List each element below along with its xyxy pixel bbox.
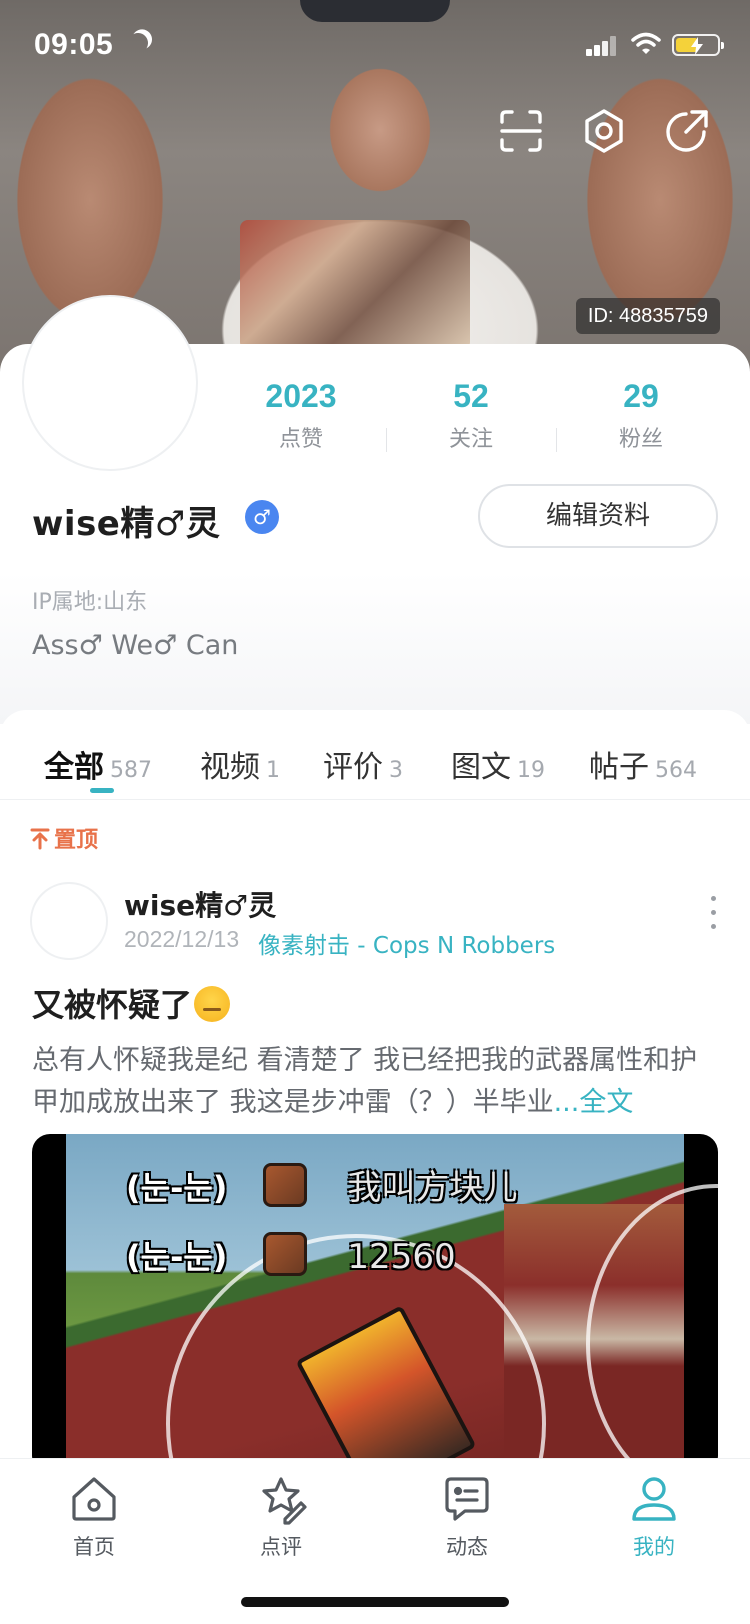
game-overlay-row: (눈-눈) 12560 [126,1232,456,1278]
avatar[interactable] [22,295,198,471]
nav-home[interactable]: 首页 [34,1473,154,1561]
nav-label: 点评 [260,1535,302,1559]
game-screenshot: (눈-눈) 我叫方块儿 (눈-눈) 12560 [66,1134,718,1474]
post-author-avatar[interactable] [30,882,108,960]
tab-count: 3 [389,758,403,783]
stat-followers[interactable]: 29 粉丝 [556,378,726,458]
stat-value: 2023 [265,378,337,414]
game-row-value: 我叫方块儿 [347,1168,518,1208]
tab-count: 19 [517,758,545,783]
message-icon [445,1477,489,1521]
post-title[interactable]: 又被怀疑了 [32,980,231,1026]
loot-chest-icon [263,1232,308,1276]
review-pen-icon [262,1477,307,1525]
post-author[interactable]: wise精♂灵 [124,884,276,924]
game-overlay-row: (눈-눈) 我叫方块儿 [126,1160,517,1209]
pinned-tag: 置顶 [30,822,98,854]
post-body[interactable]: 总有人怀疑我是纪 看清楚了 我已经把我的武器属性和护甲加成放出来了 我这是步冲雷… [32,1040,722,1124]
stat-label: 粉丝 [618,427,663,452]
settings-hexagon-icon[interactable] [581,108,627,154]
tab-count: 1 [266,758,280,783]
game-row-tag: (눈-눈) [126,1169,228,1207]
tab-count: 587 [110,758,152,783]
scan-icon[interactable] [498,108,544,154]
tab-all[interactable]: 全部 587 [44,742,152,786]
moon-icon [125,30,151,56]
cover-shirt-print [240,220,470,350]
profile-bio: Ass♂ We♂ Can [32,630,239,661]
nav-label: 我的 [633,1535,675,1559]
more-options-icon[interactable] [708,896,718,930]
sweat-emoji-icon [194,986,231,1022]
ip-location: IP属地:山东 [32,590,148,615]
user-id-badge[interactable]: ID: 48835759 [575,298,720,334]
tab-review[interactable]: 评价 3 [323,742,403,786]
pin-arrow-icon [30,828,50,850]
stat-value: 29 [623,378,659,414]
wifi-icon [631,32,661,56]
nav-review[interactable]: 点评 [221,1473,341,1561]
active-tab-indicator [90,788,114,793]
tab-label: 视频 [200,750,260,785]
post-title-text: 又被怀疑了 [32,986,193,1024]
tab-label: 帖子 [589,750,649,785]
tab-label: 评价 [323,750,383,785]
home-indicator[interactable] [241,1597,509,1607]
stat-likes[interactable]: 2023 点赞 [216,378,386,458]
post-image[interactable]: (눈-눈) 我叫方块儿 (눈-눈) 12560 [32,1134,718,1474]
nav-label: 首页 [73,1535,115,1559]
read-more-link[interactable]: ...全文 [554,1087,634,1118]
edit-profile-button[interactable]: 编辑资料 [478,484,718,548]
share-icon[interactable] [664,108,710,154]
nav-label: 动态 [446,1535,488,1559]
battery-charging-icon [672,34,724,56]
profile-icon [632,1477,676,1521]
tab-image-text[interactable]: 图文 19 [451,742,545,786]
stat-label: 点赞 [278,427,323,452]
tab-posts[interactable]: 帖子 564 [589,742,697,786]
profile-username: wise精♂灵 [32,504,221,544]
home-icon [72,1477,116,1521]
status-bar: 09:05 [0,0,750,90]
tab-video[interactable]: 视频 1 [200,742,280,786]
tab-label: 图文 [451,750,511,785]
tab-count: 564 [655,758,697,783]
bull-head-icon [263,1163,308,1207]
stat-following[interactable]: 52 关注 [386,378,556,458]
game-row-value: 12560 [347,1237,456,1277]
status-time: 09:05 [34,28,114,61]
pinned-label: 置顶 [54,828,99,853]
post-game-link[interactable]: 像素射击 - Cops N Robbers [258,926,555,960]
signal-icon [586,36,618,56]
profile-stats: 2023 点赞 52 关注 29 粉丝 [216,378,726,458]
post-date: 2022/12/13 [124,926,240,952]
tab-label: 全部 [44,750,104,785]
game-row-tag: (눈-눈) [126,1238,228,1276]
nav-me[interactable]: 我的 [594,1473,714,1561]
nav-feed[interactable]: 动态 [407,1473,527,1561]
stat-label: 关注 [448,427,493,452]
gender-badge-icon: ♂ [245,500,279,534]
stat-value: 52 [453,378,489,414]
